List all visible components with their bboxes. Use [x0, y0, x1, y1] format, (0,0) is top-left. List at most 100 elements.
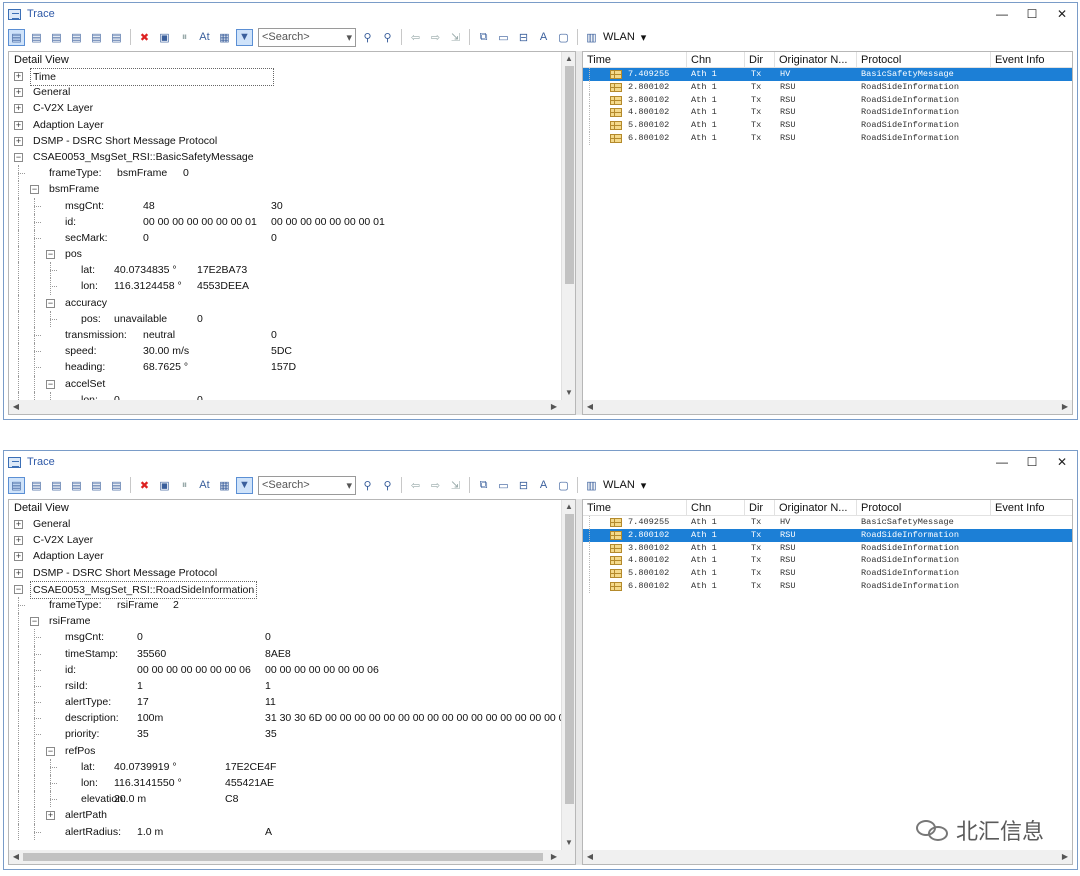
hscroll-thumb[interactable]	[23, 853, 543, 861]
columns-icon[interactable]: ⊟	[515, 477, 532, 494]
delete-all-icon[interactable]: ▣	[156, 477, 173, 494]
tree-node[interactable]: priority: 35 35	[9, 726, 561, 743]
jump-icon[interactable]: ⇲	[447, 477, 464, 494]
trace-row[interactable]: 6.800102 Ath 1 Tx RSU RoadSideInformation	[583, 579, 1072, 593]
scroll-left-icon[interactable]: ◀	[583, 400, 597, 414]
column-header-1[interactable]: Chn	[687, 52, 745, 68]
trace-row[interactable]: 4.800102 Ath 1 Tx RSU RoadSideInformation	[583, 554, 1072, 568]
copy-icon[interactable]: ⧉	[475, 29, 492, 46]
column-header-3[interactable]: Originator N...	[775, 500, 857, 516]
tree-node[interactable]: speed: 30.00 m/s 5DC	[9, 343, 561, 360]
wlan-dropdown[interactable]: WLAN	[603, 479, 635, 491]
autoscroll-icon[interactable]: ▼	[236, 28, 253, 46]
tree-node[interactable]: + Adaption Layer	[9, 117, 561, 133]
clear-filter-icon[interactable]: ▤	[48, 29, 65, 46]
tree-node[interactable]: + DSMP - DSRC Short Message Protocol	[9, 565, 561, 581]
trace-view-icon[interactable]: ▤	[8, 28, 25, 46]
trace-row[interactable]: 7.409255 Ath 1 Tx HV BasicSafetyMessage	[583, 68, 1072, 81]
view-options-icon[interactable]: ▢	[555, 477, 572, 494]
scroll-thumb[interactable]	[565, 66, 574, 284]
clear-filter-icon[interactable]: ▤	[48, 477, 65, 494]
wlan-dropdown[interactable]: WLAN	[603, 31, 635, 43]
tree-node[interactable]: + alertPath	[9, 807, 561, 824]
pause-icon[interactable]: ⏸	[176, 29, 193, 46]
wlan-icon[interactable]: ▥	[583, 477, 600, 494]
scroll-left-icon[interactable]: ◀	[9, 400, 23, 414]
filter-column-icon[interactable]: ▤	[68, 477, 85, 494]
jump-icon[interactable]: ⇲	[447, 29, 464, 46]
scroll-up-icon[interactable]: ▲	[562, 52, 575, 66]
window-layout-icon[interactable]: ▭	[495, 29, 512, 46]
column-header-4[interactable]: Protocol	[857, 52, 991, 68]
detail-icon[interactable]: ▦	[216, 477, 233, 494]
tree-node[interactable]: pos: unavailable 0	[9, 310, 561, 327]
autoscroll-icon[interactable]: ▼	[236, 476, 253, 494]
tree-node[interactable]: frameType: rsiFrame 2	[9, 596, 561, 614]
expander-icon[interactable]: −	[46, 379, 55, 389]
tree-node[interactable]: + C-V2X Layer	[9, 532, 561, 548]
tree-node[interactable]: − refPos	[9, 742, 561, 759]
expander-icon[interactable]: +	[14, 552, 23, 562]
column-header-3[interactable]: Originator N...	[775, 52, 857, 68]
scroll-right-icon[interactable]: ▶	[1058, 400, 1072, 414]
close-button[interactable]: ✕	[1047, 451, 1077, 473]
delete-all-icon[interactable]: ▣	[156, 29, 173, 46]
column-header-1[interactable]: Chn	[687, 500, 745, 516]
trace-hscrollbar[interactable]: ◀ ▶	[583, 850, 1072, 864]
filter-icon[interactable]: ▤	[28, 29, 45, 46]
delete-icon[interactable]: ✖	[136, 477, 153, 494]
chevron-down-icon[interactable]: ▾	[346, 479, 352, 492]
delete-icon[interactable]: ✖	[136, 29, 153, 46]
font-icon[interactable]: A	[535, 477, 552, 494]
pause-icon[interactable]: ⏸	[176, 477, 193, 494]
expander-icon[interactable]: +	[14, 104, 23, 114]
tree-node[interactable]: lat: 40.0739919 ° 17E2CE4F	[9, 758, 561, 775]
filter-remove-icon[interactable]: ▤	[88, 477, 105, 494]
filter-column-icon[interactable]: ▤	[68, 29, 85, 46]
scroll-right-icon[interactable]: ▶	[547, 400, 561, 414]
expander-icon[interactable]: −	[30, 617, 39, 627]
tree-node[interactable]: frameType: bsmFrame 0	[9, 165, 561, 182]
trace-row[interactable]: 6.800102 Ath 1 Tx RSU RoadSideInformation	[583, 131, 1072, 145]
expander-icon[interactable]: +	[14, 120, 23, 130]
scroll-right-icon[interactable]: ▶	[547, 850, 561, 864]
maximize-button[interactable]: ☐	[1017, 451, 1047, 473]
tree-node[interactable]: heading: 68.7625 ° 157D	[9, 359, 561, 376]
find-next-icon[interactable]: ⚲	[359, 29, 376, 46]
window-layout-icon[interactable]: ▭	[495, 477, 512, 494]
binoculars-icon[interactable]: ▤	[108, 477, 125, 494]
forward-icon[interactable]: ⇨	[427, 477, 444, 494]
scroll-left-icon[interactable]: ◀	[583, 850, 597, 864]
trace-row[interactable]: 3.800102 Ath 1 Tx RSU RoadSideInformation	[583, 93, 1072, 107]
expander-icon[interactable]: −	[46, 250, 55, 260]
tree-node[interactable]: lat: 40.0734835 ° 17E2BA73	[9, 262, 561, 279]
tree-node[interactable]: id: 00 00 00 00 00 00 00 01 00 00 00 00 00…	[9, 213, 561, 230]
scroll-thumb[interactable]	[565, 514, 574, 804]
minimize-button[interactable]: —	[987, 451, 1017, 473]
time-toggle-icon[interactable]: At	[196, 477, 213, 494]
column-header-2[interactable]: Dir	[745, 52, 775, 68]
expander-icon[interactable]: +	[14, 88, 23, 98]
trace-row[interactable]: 5.800102 Ath 1 Tx RSU RoadSideInformation	[583, 567, 1072, 580]
trace-row[interactable]: 7.409255 Ath 1 Tx HV BasicSafetyMessage	[583, 516, 1072, 529]
trace-row[interactable]: 2.800102 Ath 1 Tx RSU RoadSideInformation	[583, 528, 1072, 542]
time-toggle-icon[interactable]: At	[196, 29, 213, 46]
back-icon[interactable]: ⇦	[407, 477, 424, 494]
wlan-chevron-icon[interactable]: ▾	[641, 479, 647, 492]
scroll-right-icon[interactable]: ▶	[1058, 850, 1072, 864]
tree-node[interactable]: lon: 116.3141550 ° 455421AE	[9, 775, 561, 792]
scroll-left-icon[interactable]: ◀	[9, 850, 23, 864]
detail-vscrollbar[interactable]: ▲ ▼	[561, 500, 575, 850]
trace-row[interactable]: 3.800102 Ath 1 Tx RSU RoadSideInformation	[583, 541, 1072, 555]
find-prev-icon[interactable]: ⚲	[379, 477, 396, 494]
tree-node[interactable]: − accuracy	[9, 294, 561, 311]
tree-node[interactable]: + DSMP - DSRC Short Message Protocol	[9, 133, 561, 149]
scroll-down-icon[interactable]: ▼	[562, 836, 575, 850]
detail-icon[interactable]: ▦	[216, 29, 233, 46]
copy-icon[interactable]: ⧉	[475, 477, 492, 494]
column-header-0[interactable]: Time	[583, 500, 687, 516]
search-input[interactable]: <Search> ▾	[258, 27, 356, 47]
tree-node[interactable]: − accelSet	[9, 375, 561, 392]
tree-node[interactable]: − CSAE0053_MsgSet_RSI::BasicSafetyMessage	[9, 149, 561, 165]
back-icon[interactable]: ⇦	[407, 29, 424, 46]
